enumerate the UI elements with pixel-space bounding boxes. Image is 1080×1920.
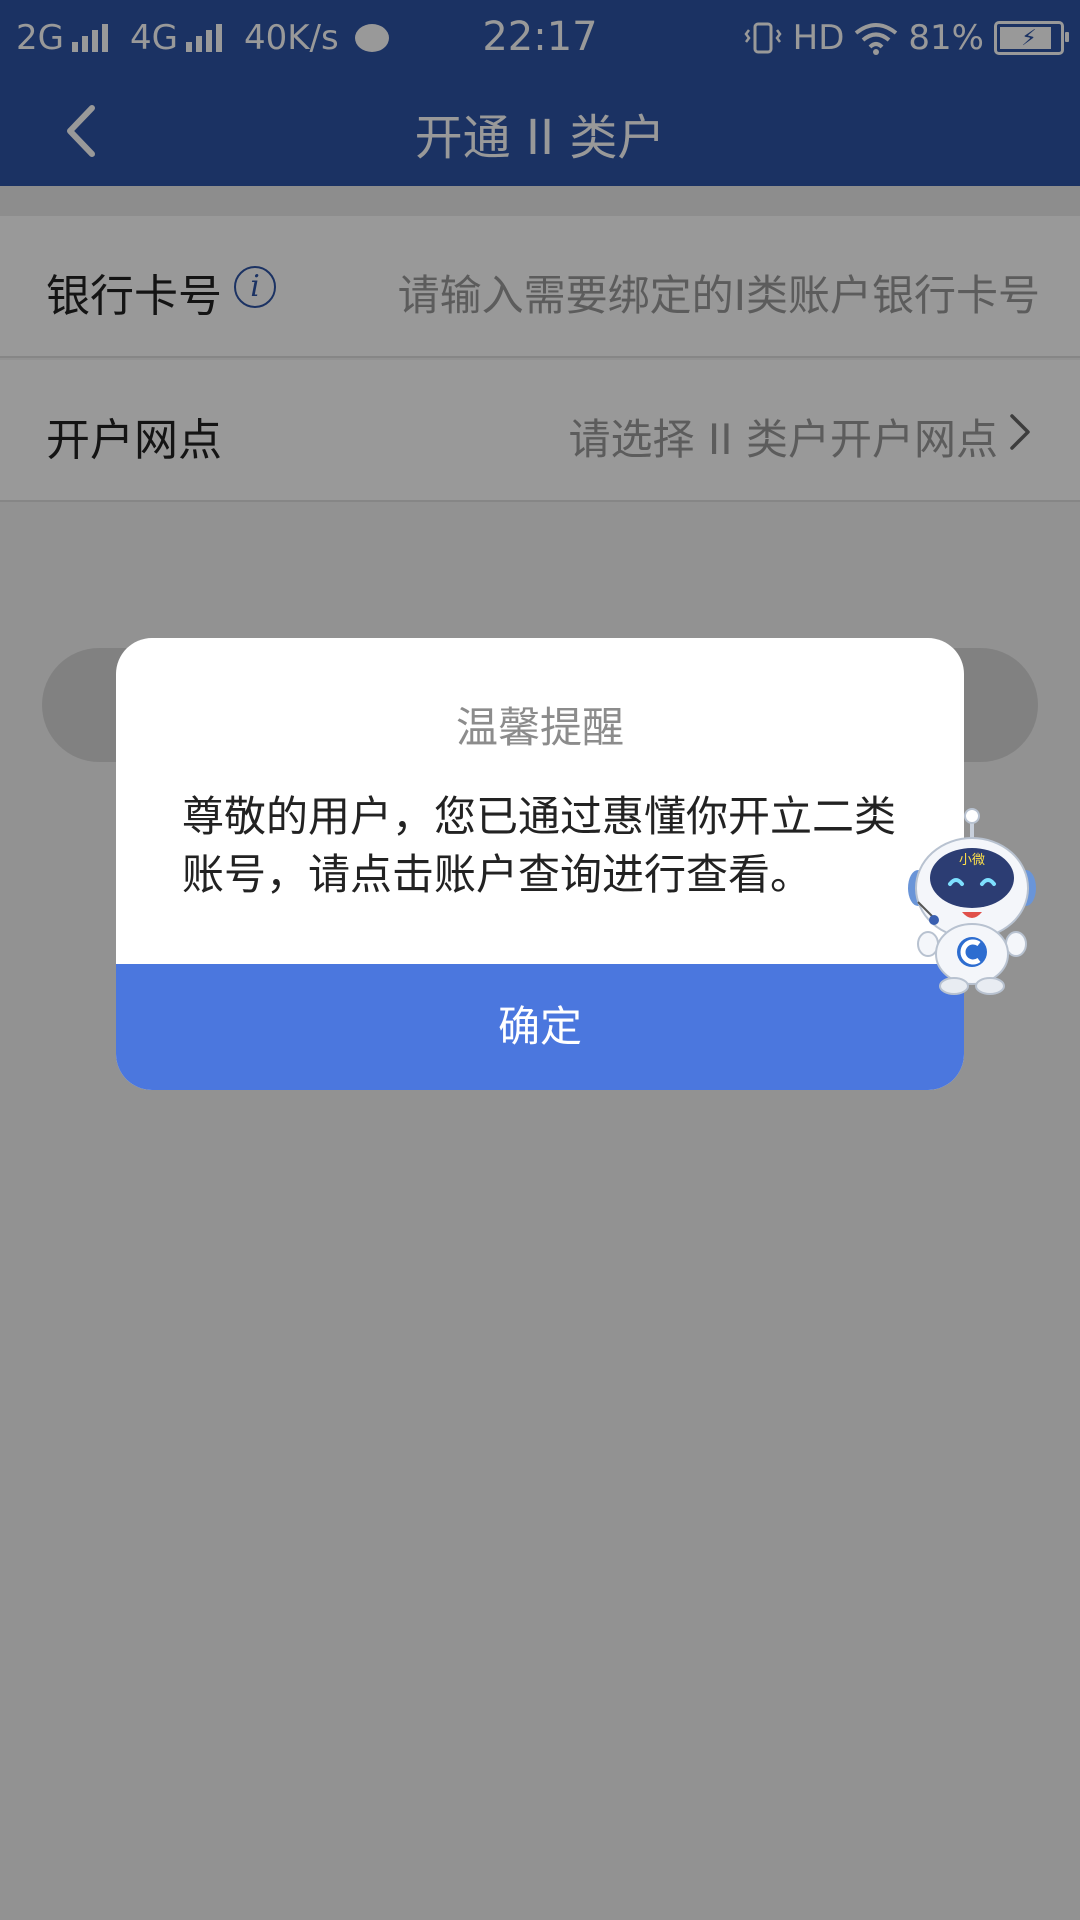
dialog-title: 温馨提醒 xyxy=(455,703,624,752)
confirm-button[interactable]: 确定 xyxy=(116,964,964,1090)
robot-mascot-icon[interactable]: 小微 xyxy=(904,806,1040,996)
alert-dialog: 温馨提醒 尊敬的用户，您已通过惠懂你开立二类账号，请点击账户查询进行查看。 确定 xyxy=(116,638,964,1090)
dialog-message: 尊敬的用户，您已通过惠懂你开立二类账号，请点击账户查询进行查看。 xyxy=(182,792,897,899)
mascot-badge: 小微 xyxy=(959,853,985,868)
